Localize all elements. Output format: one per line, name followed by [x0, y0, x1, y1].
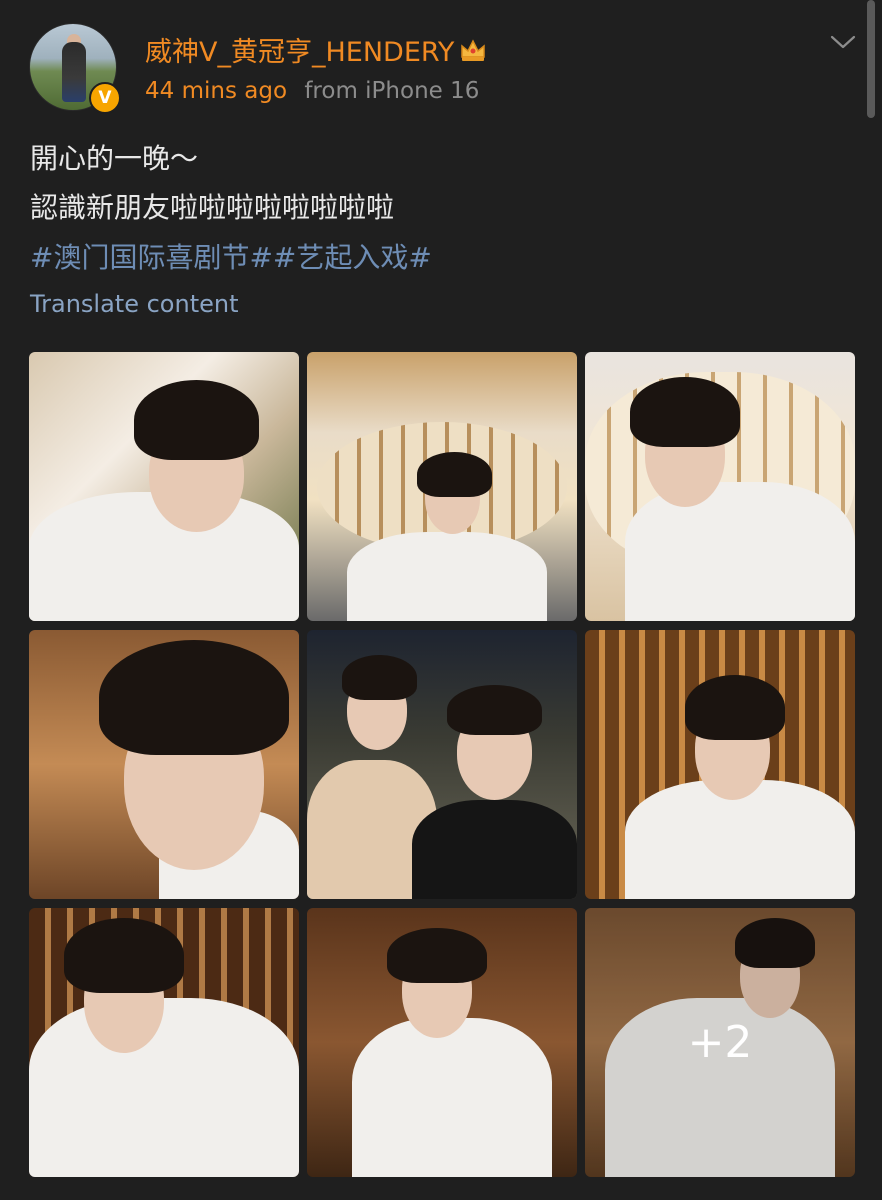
post-time: 44 mins ago — [145, 78, 288, 104]
more-photos-overlay[interactable]: +2 — [585, 908, 855, 1177]
photo-6[interactable] — [585, 630, 855, 899]
photo-1[interactable] — [29, 352, 299, 621]
photo-8[interactable] — [307, 908, 577, 1177]
more-photos-count: +2 — [687, 1017, 753, 1068]
photo-5[interactable] — [307, 630, 577, 899]
post-meta: 44 mins ago from iPhone 16 — [145, 78, 479, 104]
weibo-post: V 威神V_黄冠亨_HENDERY 44 mins ago from iPhon… — [0, 0, 882, 1200]
hashtag-links[interactable]: #澳门国际喜剧节##艺起入戏# — [30, 236, 432, 276]
post-source: from iPhone 16 — [304, 78, 480, 104]
photo-9[interactable]: +2 — [585, 908, 855, 1177]
scrollbar[interactable] — [867, 0, 875, 118]
photo-grid: +2 — [29, 352, 856, 1178]
username-row[interactable]: 威神V_黄冠亨_HENDERY — [145, 30, 488, 69]
translate-content-link[interactable]: Translate content — [30, 290, 239, 318]
photo-7[interactable] — [29, 908, 299, 1177]
verified-v-icon: V — [89, 82, 121, 114]
photo-3[interactable] — [585, 352, 855, 621]
post-text-line-1: 開心的一晚～ — [30, 142, 199, 175]
crown-icon — [458, 37, 488, 63]
avatar[interactable]: V — [29, 23, 121, 114]
chevron-down-icon[interactable] — [830, 32, 856, 52]
photo-4[interactable] — [29, 630, 299, 899]
username[interactable]: 威神V_黄冠亨_HENDERY — [145, 30, 454, 69]
post-text-line-2: 認識新朋友啦啦啦啦啦啦啦啦 — [30, 191, 395, 224]
photo-2[interactable] — [307, 352, 577, 621]
